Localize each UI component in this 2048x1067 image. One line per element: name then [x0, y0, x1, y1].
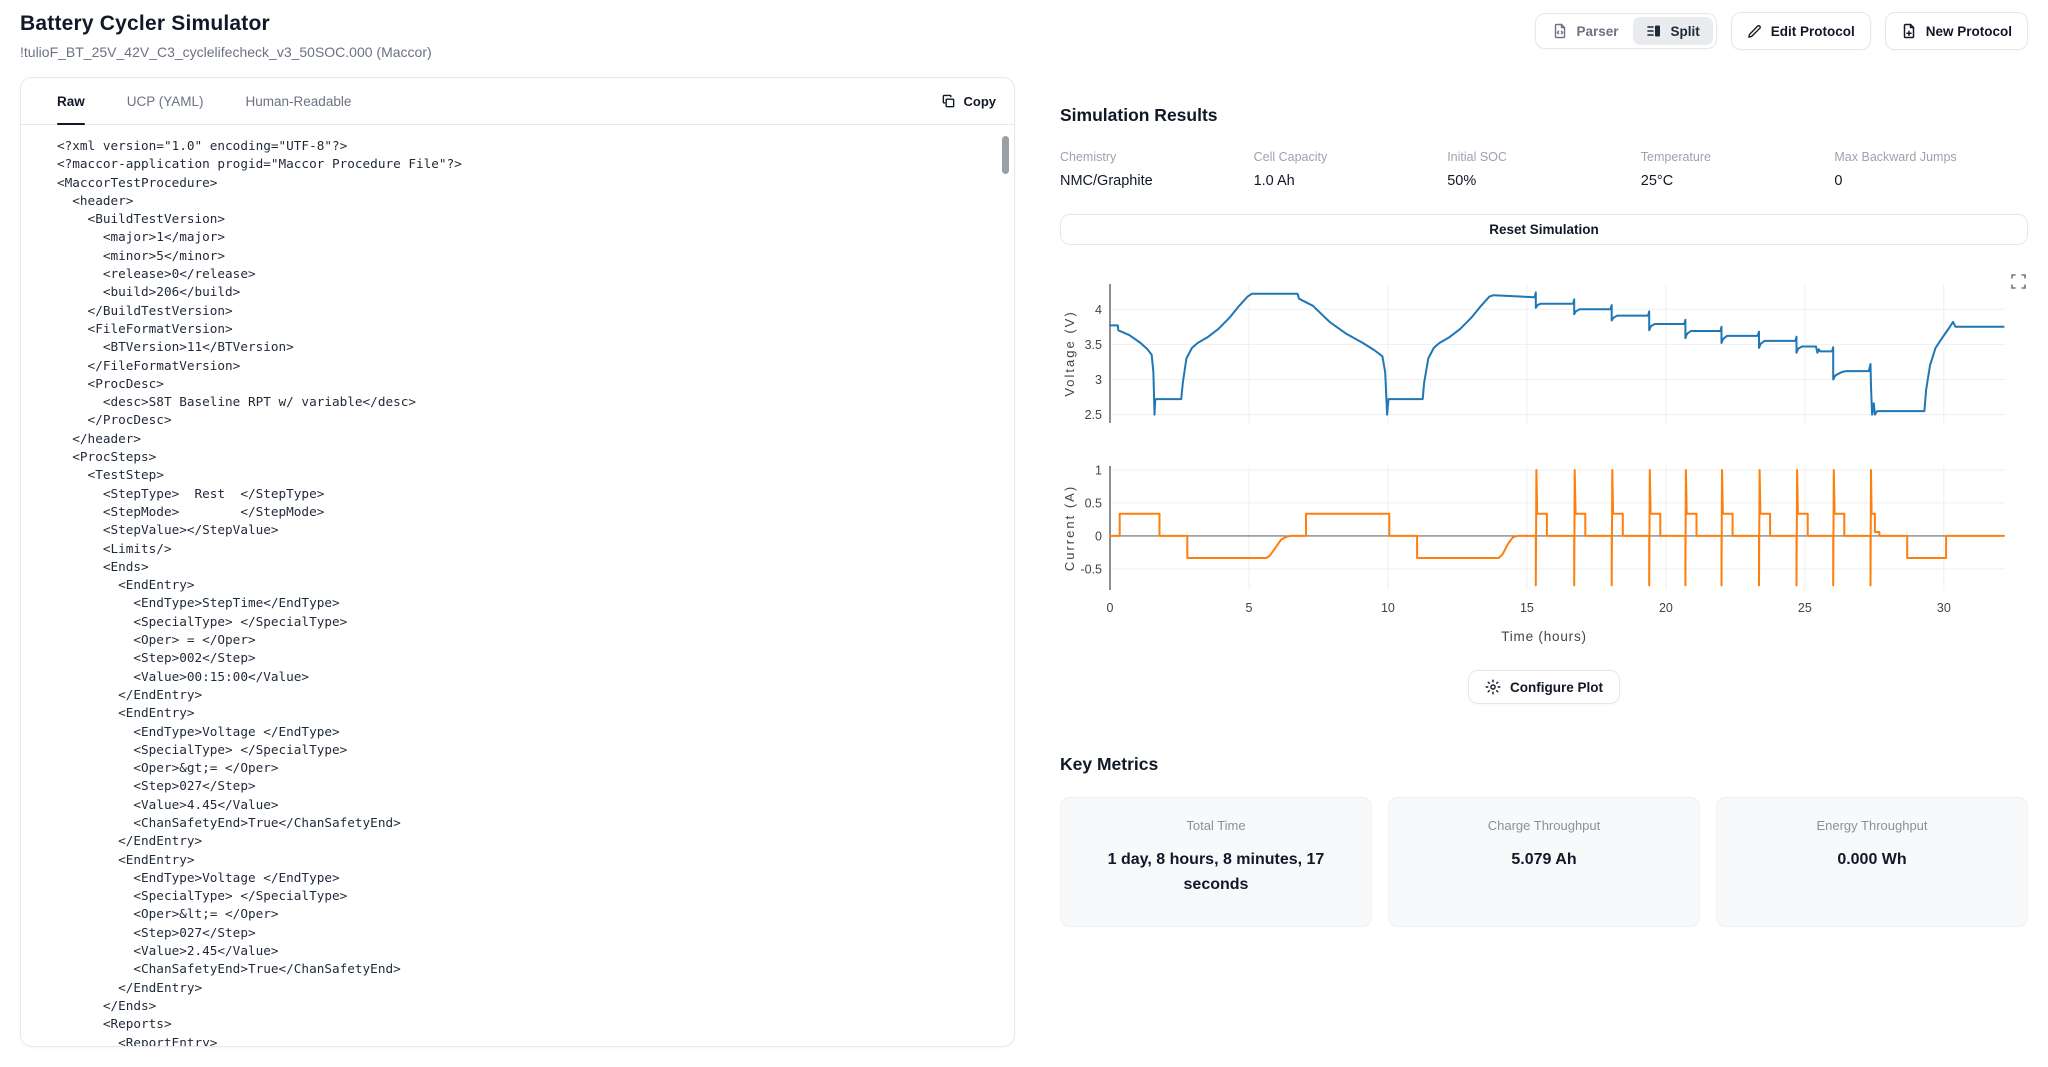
param-value: NMC/Graphite — [1060, 173, 1254, 189]
page-title: Battery Cycler Simulator — [20, 12, 432, 36]
protocol-filename: !tulioF_BT_25V_42V_C3_cyclelifecheck_v3_… — [20, 44, 432, 60]
pencil-icon — [1747, 24, 1762, 39]
simulation-charts: 2.533.54Voltage (V) -0.500.5105101520253… — [1060, 259, 2028, 704]
new-protocol-button[interactable]: New Protocol — [1885, 12, 2028, 50]
tab-raw[interactable]: Raw — [57, 78, 85, 124]
param-label: Chemistry — [1060, 150, 1254, 164]
svg-text:4: 4 — [1095, 303, 1102, 317]
svg-text:0: 0 — [1107, 601, 1114, 615]
simulation-results-title: Simulation Results — [1060, 105, 2028, 126]
view-mode-parser[interactable]: Parser — [1539, 17, 1631, 45]
split-view-icon — [1646, 23, 1662, 39]
simulation-results-panel: Simulation Results Chemistry NMC/Graphit… — [1060, 77, 2028, 927]
configure-plot-label: Configure Plot — [1510, 680, 1603, 695]
key-metrics-section: Key Metrics Total Time 1 day, 8 hours, 8… — [1060, 754, 2028, 927]
copy-button[interactable]: Copy — [941, 78, 997, 124]
battery-cycler-simulator-app: Battery Cycler Simulator !tulioF_BT_25V_… — [0, 0, 2048, 1067]
svg-text:2.5: 2.5 — [1085, 408, 1102, 422]
param-value: 25°C — [1641, 173, 1835, 189]
param-label: Max Backward Jumps — [1834, 150, 2028, 164]
svg-text:1: 1 — [1095, 463, 1102, 477]
metric-value: 5.079 Ah — [1415, 848, 1673, 873]
metric-value: 1 day, 8 hours, 8 minutes, 17 seconds — [1087, 848, 1345, 898]
svg-text:Current (A): Current (A) — [1062, 485, 1077, 571]
metric-label: Total Time — [1087, 818, 1345, 833]
svg-text:10: 10 — [1381, 601, 1395, 615]
configure-plot-button[interactable]: Configure Plot — [1468, 670, 1620, 704]
metric-label: Charge Throughput — [1415, 818, 1673, 833]
new-protocol-label: New Protocol — [1926, 24, 2012, 39]
svg-text:0: 0 — [1095, 529, 1102, 543]
param-label: Temperature — [1641, 150, 1835, 164]
param-value: 1.0 Ah — [1254, 173, 1448, 189]
app-header: Battery Cycler Simulator !tulioF_BT_25V_… — [20, 0, 2028, 60]
metric-total-time: Total Time 1 day, 8 hours, 8 minutes, 17… — [1060, 797, 1372, 927]
protocol-xml-code[interactable]: <?xml version="1.0" encoding="UTF-8"?> <… — [21, 125, 1014, 1046]
svg-text:-0.5: -0.5 — [1080, 562, 1102, 576]
main-content: Raw UCP (YAML) Human-Readable Copy <?xml… — [20, 77, 2028, 1047]
view-mode-split-label: Split — [1670, 24, 1699, 39]
x-axis-title: Time (hours) — [1060, 629, 2028, 644]
svg-text:3: 3 — [1095, 373, 1102, 387]
reset-simulation-button[interactable]: Reset Simulation — [1060, 214, 2028, 245]
tab-human-readable[interactable]: Human-Readable — [246, 78, 352, 124]
protocol-viewer-panel: Raw UCP (YAML) Human-Readable Copy <?xml… — [20, 77, 1015, 1047]
svg-text:20: 20 — [1659, 601, 1673, 615]
svg-text:15: 15 — [1520, 601, 1534, 615]
param-value: 50% — [1447, 173, 1641, 189]
protocol-view-tabs: Raw UCP (YAML) Human-Readable Copy — [21, 78, 1014, 125]
file-plus-icon — [1901, 23, 1917, 39]
code-scrollbar[interactable] — [1002, 136, 1009, 174]
key-metrics-title: Key Metrics — [1060, 754, 2028, 775]
voltage-chart[interactable]: 2.5 3 3.5 4 Voltage (V) — [1060, 277, 2028, 429]
header-actions: Parser Split — [1535, 12, 2028, 50]
metric-label: Energy Throughput — [1743, 818, 2001, 833]
svg-text:30: 30 — [1937, 601, 1951, 615]
svg-text:0.5: 0.5 — [1085, 496, 1102, 510]
svg-text:25: 25 — [1798, 601, 1812, 615]
param-label: Initial SOC — [1447, 150, 1641, 164]
view-mode-parser-label: Parser — [1576, 24, 1618, 39]
copy-icon — [941, 94, 956, 109]
view-mode-split[interactable]: Split — [1633, 17, 1712, 45]
tab-ucp-yaml[interactable]: UCP (YAML) — [127, 78, 204, 124]
param-value: 0 — [1834, 173, 2028, 189]
metric-cards: Total Time 1 day, 8 hours, 8 minutes, 17… — [1060, 797, 2028, 927]
edit-protocol-button[interactable]: Edit Protocol — [1731, 12, 1871, 50]
view-mode-toggle: Parser Split — [1535, 13, 1716, 49]
param-cell-capacity: Cell Capacity 1.0 Ah — [1254, 150, 1448, 189]
svg-text:5: 5 — [1245, 601, 1252, 615]
copy-label: Copy — [964, 94, 997, 109]
metric-energy-throughput: Energy Throughput 0.000 Wh — [1716, 797, 2028, 927]
metric-charge-throughput: Charge Throughput 5.079 Ah — [1388, 797, 1700, 927]
metric-value: 0.000 Wh — [1743, 848, 2001, 873]
header-titles: Battery Cycler Simulator !tulioF_BT_25V_… — [20, 12, 432, 60]
param-initial-soc: Initial SOC 50% — [1447, 150, 1641, 189]
param-label: Cell Capacity — [1254, 150, 1448, 164]
edit-protocol-label: Edit Protocol — [1771, 24, 1855, 39]
current-chart[interactable]: -0.500.51051015202530Current (A) — [1060, 462, 2028, 627]
simulation-parameters: Chemistry NMC/Graphite Cell Capacity 1.0… — [1060, 150, 2028, 189]
param-max-backward-jumps: Max Backward Jumps 0 — [1834, 150, 2028, 189]
expand-chart-icon[interactable] — [2011, 274, 2026, 289]
param-temperature: Temperature 25°C — [1641, 150, 1835, 189]
gear-icon — [1485, 679, 1501, 695]
param-chemistry: Chemistry NMC/Graphite — [1060, 150, 1254, 189]
svg-text:3.5: 3.5 — [1085, 338, 1102, 352]
svg-text:Voltage (V): Voltage (V) — [1062, 310, 1077, 396]
file-code-icon — [1552, 23, 1568, 39]
